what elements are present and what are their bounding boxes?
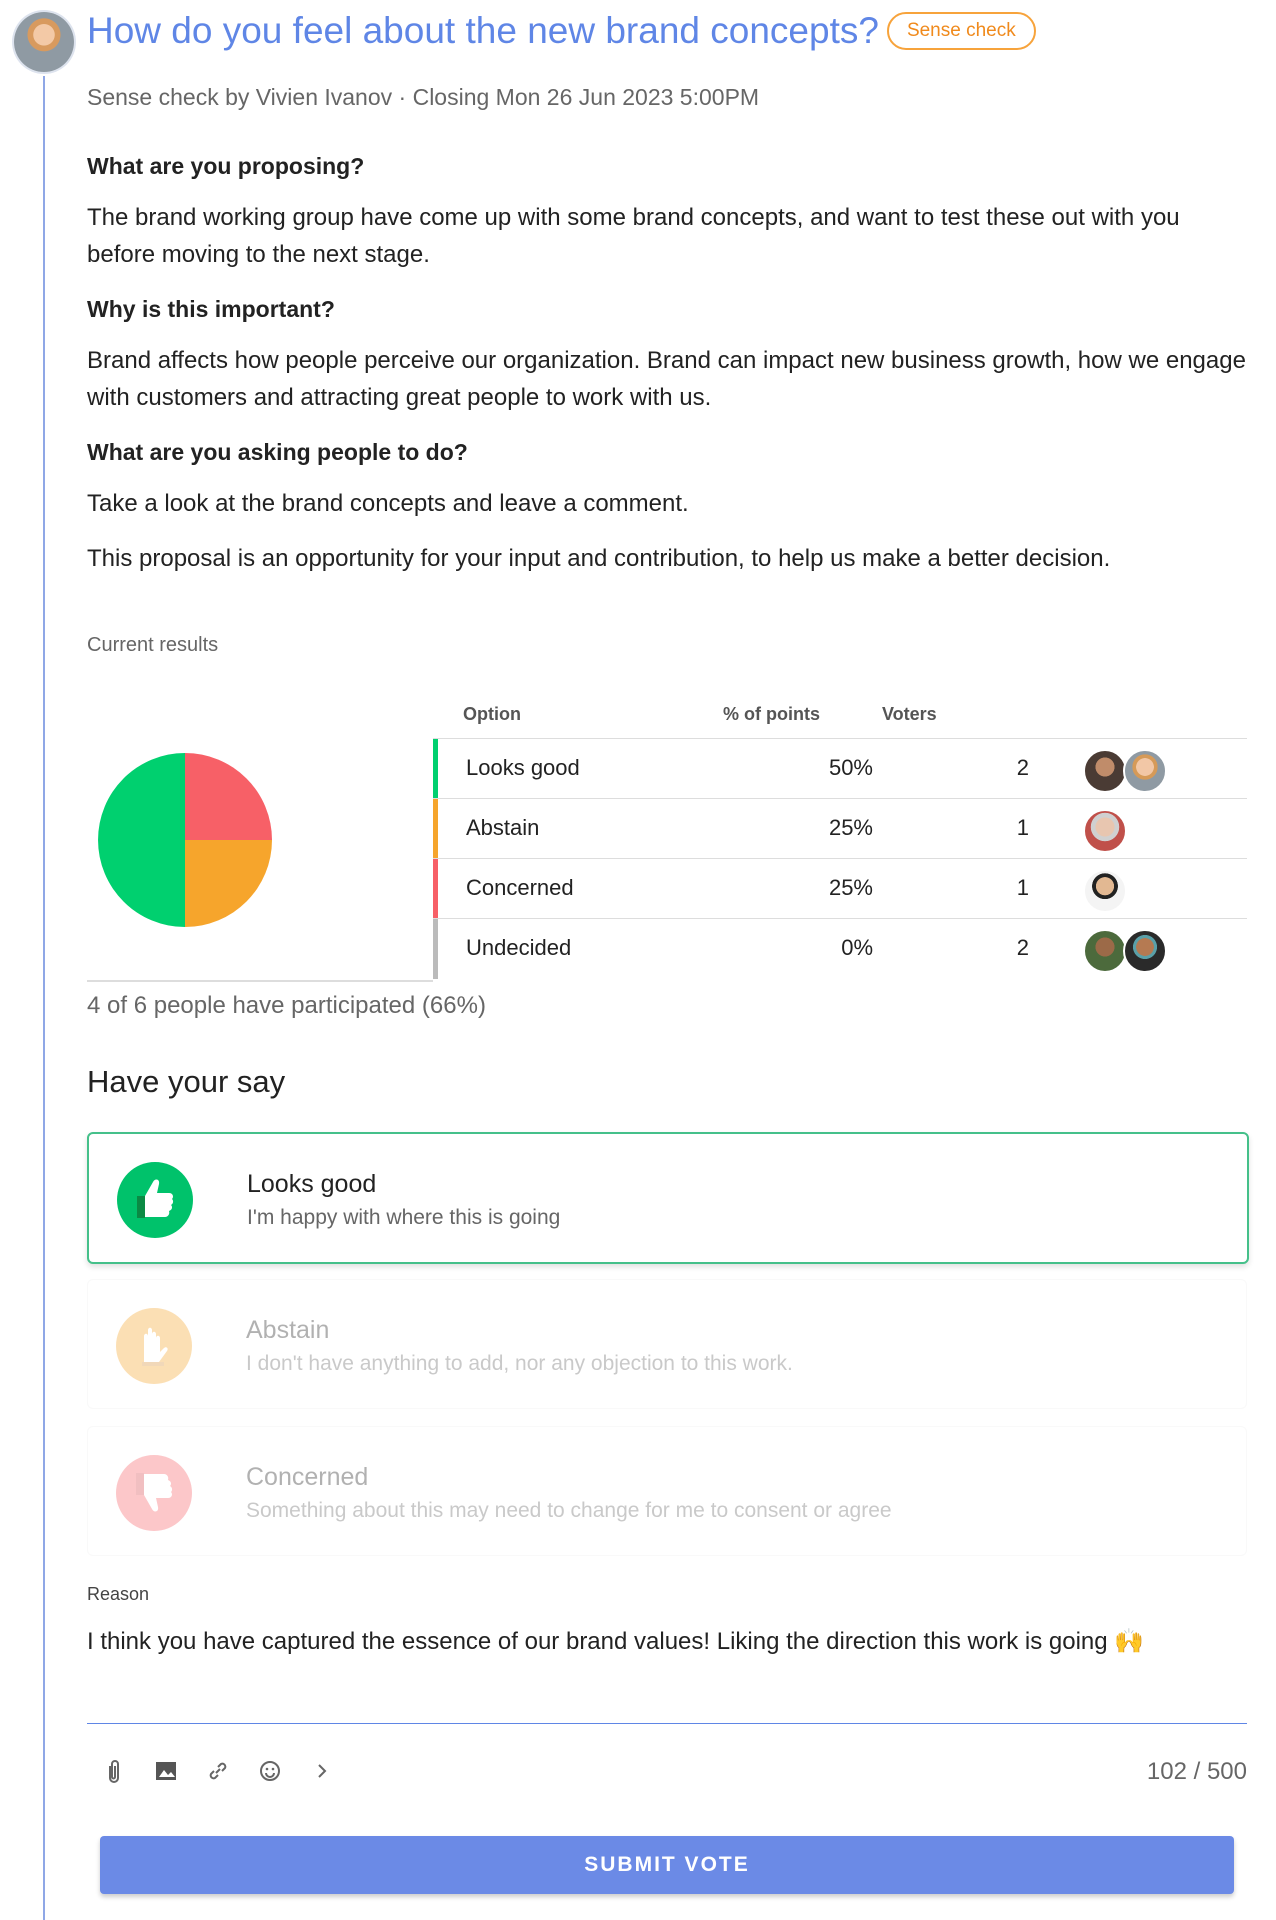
reason-label: Reason: [87, 1584, 150, 1604]
submit-vote-button[interactable]: SUBMIT VOTE: [100, 1836, 1234, 1894]
results-header-row: Option % of points Voters: [433, 690, 1247, 738]
voter-avatar[interactable]: [1123, 749, 1167, 793]
emoji-icon[interactable]: [255, 1756, 285, 1786]
result-color-bar: [433, 859, 438, 919]
results-section: Option % of points Voters Looks good 50%…: [87, 690, 1247, 982]
result-color-bar: [433, 739, 438, 799]
pie-chart-wrap: [87, 740, 433, 982]
vote-option-description: I'm happy with where this is going: [247, 1206, 561, 1229]
link-icon[interactable]: [203, 1756, 233, 1786]
result-color-bar: [433, 799, 438, 859]
header-option: Option: [463, 704, 521, 724]
hand-stop-icon: [116, 1308, 192, 1384]
image-icon[interactable]: [151, 1756, 181, 1786]
text-proposing: The brand working group have come up wit…: [87, 204, 1180, 268]
vote-option-title: Concerned: [246, 1463, 369, 1491]
reason-input[interactable]: I think you have captured the essence of…: [87, 1627, 1144, 1656]
voter-avatars: [1083, 809, 1127, 853]
participation-text: 4 of 6 people have participated (66%): [87, 992, 486, 1019]
text-importance: Brand affects how people perceive our or…: [87, 347, 1246, 411]
result-points: 25%: [828, 815, 873, 840]
heading-asking: What are you asking people to do?: [87, 439, 468, 465]
pie-chart: [98, 753, 272, 927]
vote-option-description: Something about this may need to change …: [246, 1499, 892, 1522]
voter-avatar[interactable]: [1123, 929, 1167, 973]
result-voters: 1: [1016, 815, 1029, 840]
vote-option-looks-good[interactable]: Looks good I'm happy with where this is …: [87, 1132, 1249, 1264]
text-asking: Take a look at the brand concepts and le…: [87, 490, 689, 517]
thread-line: [43, 76, 45, 1920]
poll-title[interactable]: How do you feel about the new brand conc…: [87, 10, 879, 52]
result-points: 0%: [841, 935, 873, 960]
pie-slice-concerned: [185, 753, 272, 840]
title-row: How do you feel about the new brand conc…: [87, 10, 1036, 52]
chevron-right-icon[interactable]: [307, 1756, 337, 1786]
vote-option-abstain[interactable]: Abstain I don't have anything to add, no…: [87, 1279, 1247, 1409]
header-points: % of points: [723, 704, 820, 724]
result-color-bar: [433, 919, 438, 979]
editor-toolbar: [99, 1756, 337, 1786]
voter-avatar[interactable]: [1083, 749, 1127, 793]
poll-type-badge: Sense check: [886, 12, 1036, 50]
result-option: Looks good: [466, 755, 580, 780]
author-avatar[interactable]: [14, 12, 74, 72]
voter-avatar[interactable]: [1083, 809, 1127, 853]
vote-option-title: Abstain: [246, 1316, 330, 1344]
attachment-icon[interactable]: [99, 1756, 129, 1786]
result-row-looks-good: Looks good 50% 2: [433, 738, 1247, 799]
poll-description: What are you proposing? The brand workin…: [87, 148, 1247, 595]
voter-avatars: [1083, 749, 1167, 793]
character-counter: 102 / 500: [1146, 1758, 1247, 1785]
heading-proposing: What are you proposing?: [87, 153, 365, 179]
result-points: 25%: [828, 875, 873, 900]
vote-option-concerned[interactable]: Concerned Something about this may need …: [87, 1426, 1247, 1556]
result-row-undecided: Undecided 0% 2: [433, 918, 1247, 979]
result-voters: 2: [1016, 935, 1029, 960]
voter-avatars: [1083, 869, 1127, 913]
heading-importance: Why is this important?: [87, 296, 335, 322]
voter-avatar[interactable]: [1083, 869, 1127, 913]
pie-slice-abstain: [185, 840, 272, 927]
result-option: Abstain: [466, 815, 540, 840]
voter-avatars: [1083, 929, 1167, 973]
thumbs-up-icon: [117, 1162, 193, 1238]
have-your-say-title: Have your say: [87, 1064, 286, 1099]
result-voters: 1: [1016, 875, 1029, 900]
result-points: 50%: [828, 755, 873, 780]
result-option: Undecided: [466, 935, 572, 960]
pie-slice-looks-good: [98, 753, 185, 927]
result-option: Concerned: [466, 875, 574, 900]
header-voters: Voters: [882, 704, 937, 724]
poll-meta: Sense check by Vivien Ivanov · Closing M…: [87, 84, 760, 110]
text-opportunity: This proposal is an opportunity for your…: [87, 545, 1111, 572]
vote-option-title: Looks good: [247, 1170, 377, 1198]
result-voters: 2: [1016, 755, 1029, 780]
results-label: Current results: [87, 634, 219, 656]
result-row-abstain: Abstain 25% 1: [433, 798, 1247, 859]
voter-avatar[interactable]: [1083, 929, 1127, 973]
vote-option-description: I don't have anything to add, nor any ob…: [246, 1352, 793, 1375]
result-row-concerned: Concerned 25% 1: [433, 858, 1247, 919]
thumbs-down-icon: [116, 1455, 192, 1531]
reason-underline: [87, 1723, 1247, 1724]
